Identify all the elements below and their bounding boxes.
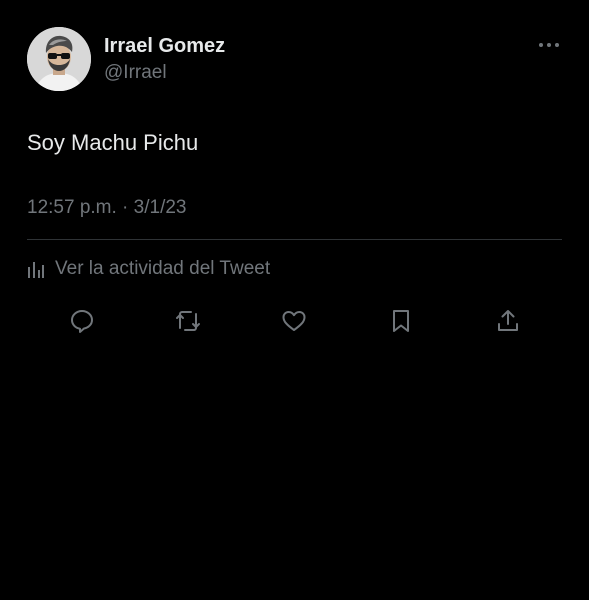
avatar-photo bbox=[27, 27, 91, 91]
bookmark-button[interactable] bbox=[386, 306, 416, 336]
avatar[interactable] bbox=[27, 27, 91, 91]
divider bbox=[27, 239, 562, 240]
share-icon bbox=[498, 310, 518, 331]
tweet-timestamp[interactable]: 12:57 p.m. · 3/1/23 bbox=[27, 196, 187, 220]
share-button[interactable] bbox=[493, 306, 523, 336]
bookmark-icon bbox=[393, 310, 409, 332]
reply-icon bbox=[71, 310, 93, 333]
retweet-icon bbox=[176, 311, 200, 331]
heart-icon bbox=[282, 311, 306, 331]
view-activity-label: Ver la actividad del Tweet bbox=[55, 258, 271, 279]
tweet-detail: Irrael Gomez @Irrael Soy Machu Pichu 12:… bbox=[0, 0, 589, 600]
like-button[interactable] bbox=[279, 306, 309, 336]
reply-button[interactable] bbox=[67, 306, 97, 336]
retweet-button[interactable] bbox=[173, 306, 203, 336]
more-options-icon bbox=[539, 43, 559, 47]
more-options-button[interactable] bbox=[534, 34, 564, 56]
author-handle[interactable]: @Irrael bbox=[104, 61, 225, 85]
author-display-name[interactable]: Irrael Gomez bbox=[104, 34, 225, 58]
tweet-author: Irrael Gomez @Irrael bbox=[104, 34, 225, 85]
view-activity-link[interactable]: Ver la actividad del Tweet bbox=[27, 256, 270, 282]
tweet-text: Soy Machu Pichu bbox=[27, 130, 199, 155]
bar-chart-icon bbox=[27, 259, 47, 279]
